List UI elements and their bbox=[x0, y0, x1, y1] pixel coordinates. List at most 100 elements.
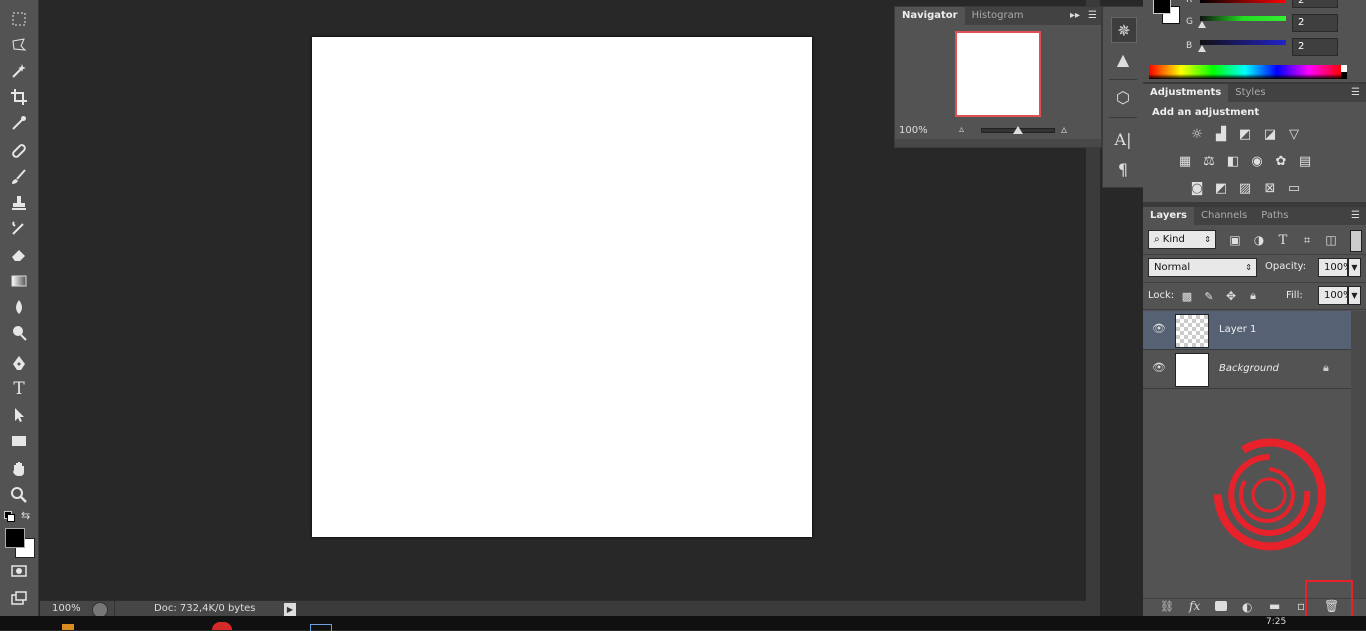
layer-name[interactable]: Layer 1 bbox=[1219, 324, 1256, 335]
channel-mixer-icon[interactable]: ✿ bbox=[1272, 152, 1290, 170]
history-brush-icon[interactable] bbox=[6, 218, 32, 240]
layers-panel-menu-icon[interactable]: ☰ bbox=[1345, 207, 1366, 225]
document-canvas[interactable] bbox=[312, 37, 812, 537]
default-colors-icon[interactable] bbox=[4, 511, 15, 522]
tab-channels[interactable]: Channels bbox=[1194, 207, 1254, 225]
blend-mode-select[interactable]: Normal ⇕ bbox=[1148, 258, 1257, 277]
gradient-icon[interactable] bbox=[6, 270, 32, 292]
dodge-icon[interactable] bbox=[6, 322, 32, 344]
curves-icon[interactable]: ◩ bbox=[1236, 125, 1254, 143]
threshold-icon[interactable]: ▨ bbox=[1236, 179, 1254, 197]
path-selection-icon[interactable] bbox=[6, 404, 32, 426]
photo-filter-icon[interactable]: ◉ bbox=[1248, 152, 1266, 170]
exposure-icon[interactable]: ◪ bbox=[1261, 125, 1279, 143]
opacity-dropdown-icon[interactable]: ▼ bbox=[1348, 258, 1361, 277]
levels-icon[interactable]: ▟ bbox=[1212, 125, 1230, 143]
lock-transparency-icon[interactable]: ▩ bbox=[1178, 287, 1196, 305]
color-balance-icon[interactable]: ⚖ bbox=[1200, 152, 1218, 170]
filter-shape-icon[interactable]: ⌗ bbox=[1298, 231, 1316, 249]
b-slider-thumb[interactable] bbox=[1198, 45, 1206, 52]
layer-row-layer-1[interactable]: 👁︎ Layer 1 bbox=[1143, 311, 1351, 350]
panel-collapse-icon[interactable]: ▸▸ bbox=[1066, 7, 1084, 25]
histogram-panel-icon[interactable]: ▲ bbox=[1111, 47, 1135, 71]
brush-icon[interactable] bbox=[6, 166, 32, 188]
crop-icon[interactable] bbox=[6, 86, 32, 108]
character-panel-icon[interactable]: A| bbox=[1111, 127, 1135, 151]
g-value-field[interactable]: 2 bbox=[1292, 14, 1338, 32]
foreground-color-swatch[interactable] bbox=[5, 528, 25, 548]
link-layers-icon[interactable]: ⛓︎ bbox=[1160, 600, 1174, 613]
zoom-out-icon[interactable]: ▵ bbox=[959, 124, 964, 135]
paragraph-panel-icon[interactable]: ¶ bbox=[1111, 157, 1135, 181]
g-slider[interactable] bbox=[1200, 16, 1286, 21]
tab-layers[interactable]: Layers bbox=[1143, 207, 1194, 225]
layer-name[interactable]: Background bbox=[1219, 363, 1279, 374]
b-slider[interactable] bbox=[1200, 40, 1286, 45]
hand-icon[interactable] bbox=[6, 458, 32, 480]
eyedropper-icon[interactable] bbox=[6, 112, 32, 134]
posterize-icon[interactable]: ◩ bbox=[1212, 179, 1230, 197]
filter-smart-object-icon[interactable]: ◫ bbox=[1322, 231, 1340, 249]
fill-dropdown-icon[interactable]: ▼ bbox=[1348, 286, 1361, 305]
add-mask-icon[interactable] bbox=[1215, 601, 1227, 611]
navigator-resize-handle[interactable] bbox=[895, 139, 1101, 147]
panel-menu-icon[interactable]: ☰ bbox=[1084, 7, 1101, 25]
zoom-in-icon[interactable]: ▵ bbox=[1061, 122, 1067, 136]
filter-adjustment-icon[interactable]: ◑ bbox=[1250, 231, 1268, 249]
gradient-map-icon[interactable]: ▭ bbox=[1285, 179, 1303, 197]
color-spectrum-ramp[interactable] bbox=[1149, 65, 1341, 79]
b-value-field[interactable]: 2 bbox=[1292, 38, 1338, 56]
layer-row-background[interactable]: 👁︎ Background 🔒︎ bbox=[1143, 350, 1351, 389]
blur-icon[interactable] bbox=[6, 296, 32, 318]
lock-image-pixels-icon[interactable]: ✎ bbox=[1200, 287, 1218, 305]
g-slider-thumb[interactable] bbox=[1198, 21, 1206, 28]
filter-type-icon[interactable]: T bbox=[1274, 231, 1292, 249]
swap-colors-icon[interactable]: ⇆ bbox=[21, 509, 30, 522]
tab-histogram[interactable]: Histogram bbox=[965, 7, 1031, 25]
status-zoom[interactable]: 100% bbox=[52, 603, 81, 614]
rectangular-marquee-icon[interactable] bbox=[6, 8, 32, 30]
clone-stamp-icon[interactable] bbox=[6, 192, 32, 214]
navigator-panel-icon[interactable]: ✵ bbox=[1111, 17, 1137, 43]
navigator-zoom[interactable]: 100% bbox=[899, 125, 928, 136]
black-white-icon[interactable]: ◧ bbox=[1224, 152, 1242, 170]
vibrance-icon[interactable]: ▽ bbox=[1285, 125, 1303, 143]
3d-panel-icon[interactable]: ⬡ bbox=[1111, 85, 1135, 109]
selective-color-icon[interactable]: ⊠ bbox=[1261, 179, 1279, 197]
horizontal-scrollbar[interactable] bbox=[296, 601, 1086, 616]
new-adjustment-layer-icon[interactable]: ◐ bbox=[1242, 600, 1252, 614]
navigator-preview[interactable] bbox=[955, 31, 1041, 117]
lasso-icon[interactable] bbox=[6, 34, 32, 56]
hue-saturation-icon[interactable]: ▦ bbox=[1176, 152, 1194, 170]
opacity-field[interactable]: 100% bbox=[1318, 258, 1353, 277]
layers-scrollbar[interactable] bbox=[1351, 311, 1366, 601]
brightness-contrast-icon[interactable]: ☼ bbox=[1188, 125, 1206, 143]
new-layer-icon[interactable]: ▫ bbox=[1297, 599, 1305, 613]
magic-wand-icon[interactable] bbox=[6, 60, 32, 82]
tab-paths[interactable]: Paths bbox=[1254, 207, 1295, 225]
lock-position-icon[interactable]: ✥ bbox=[1222, 287, 1240, 305]
filter-toggle-switch[interactable] bbox=[1350, 230, 1362, 252]
color-panel-foreground-swatch[interactable] bbox=[1153, 0, 1171, 14]
type-icon[interactable]: T bbox=[6, 378, 32, 400]
layer-filter-kind-select[interactable]: ⌕ Kind ⇕ bbox=[1148, 230, 1216, 249]
pen-icon[interactable] bbox=[6, 352, 32, 374]
zoom-icon[interactable] bbox=[6, 484, 32, 506]
r-value-field[interactable]: 2 bbox=[1292, 0, 1338, 8]
visibility-eye-icon[interactable]: 👁︎ bbox=[1152, 361, 1166, 374]
navigator-slider-thumb[interactable] bbox=[1013, 126, 1023, 134]
quick-mask-icon[interactable] bbox=[6, 560, 32, 582]
adjustments-panel-menu-icon[interactable]: ☰ bbox=[1345, 84, 1366, 102]
status-menu-arrow-icon[interactable]: ▶ bbox=[284, 603, 296, 616]
eraser-icon[interactable] bbox=[6, 244, 32, 266]
color-lookup-icon[interactable]: ▤ bbox=[1296, 152, 1314, 170]
tab-navigator[interactable]: Navigator bbox=[895, 7, 965, 25]
filter-pixel-icon[interactable]: ▣ bbox=[1226, 231, 1244, 249]
visibility-eye-icon[interactable]: 👁︎ bbox=[1152, 322, 1166, 335]
healing-brush-icon[interactable] bbox=[6, 140, 32, 162]
new-group-icon[interactable]: ▬ bbox=[1269, 599, 1280, 613]
lock-all-icon[interactable]: 🔒︎ bbox=[1244, 287, 1262, 305]
layer-style-fx-icon[interactable]: fx bbox=[1189, 599, 1200, 613]
rectangle-shape-icon[interactable] bbox=[6, 430, 32, 452]
tab-adjustments[interactable]: Adjustments bbox=[1143, 84, 1229, 102]
